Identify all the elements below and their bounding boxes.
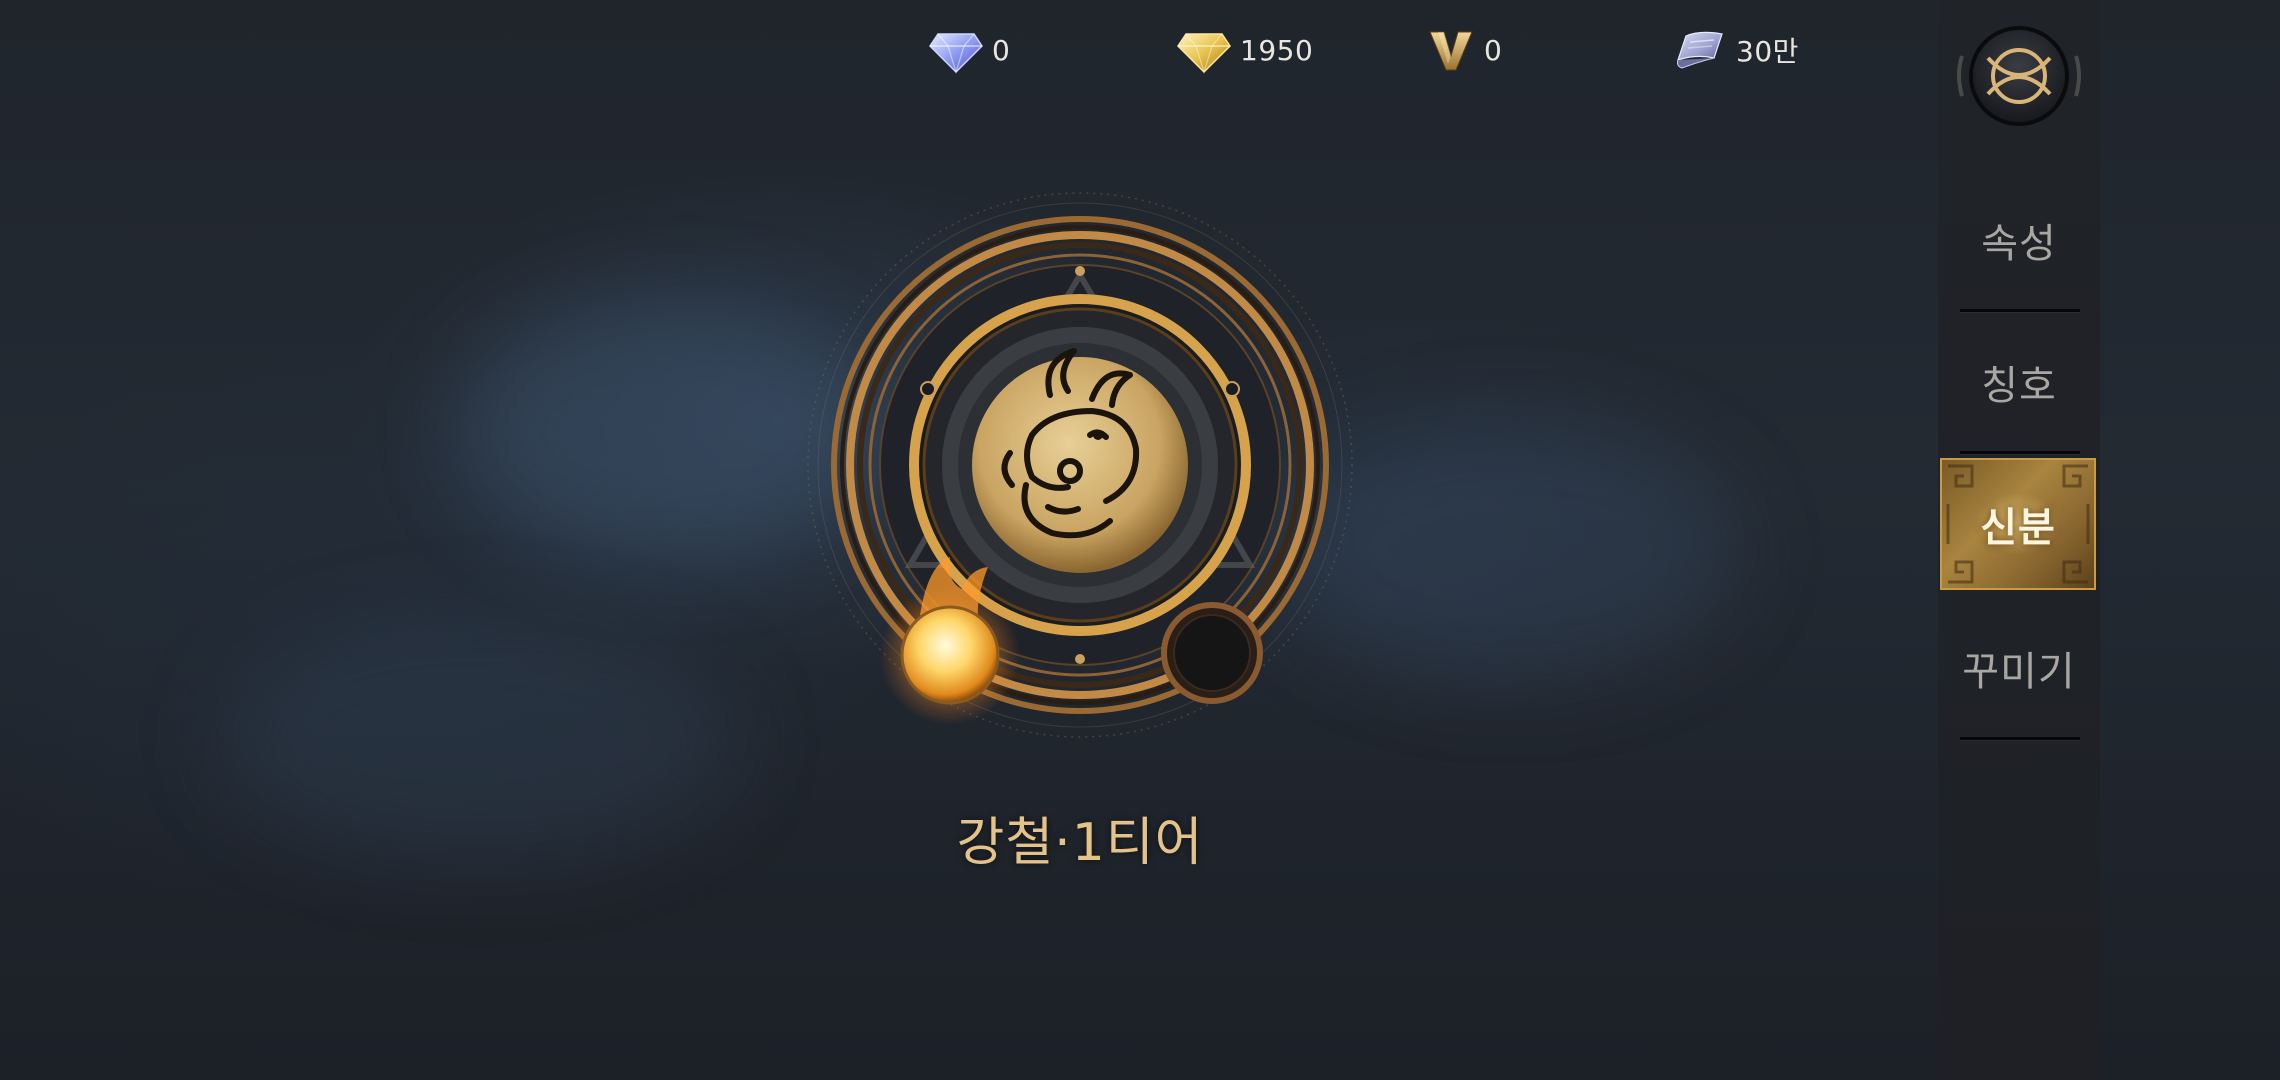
currency-ticket: 30만	[1670, 26, 1799, 74]
identity-screen: 0 1950 0 30만 강철·1티어 속성 칭호 신분 꾸미기	[0, 0, 2280, 1080]
sidebar-item-identity[interactable]: 신분	[1940, 458, 2096, 590]
currency-amount: 30만	[1736, 35, 1799, 68]
sidebar-item-label: 신분	[1980, 505, 2056, 551]
currency-amount: 1950	[1240, 33, 1314, 67]
v-coin-icon	[1429, 31, 1473, 71]
sidebar-divider	[1960, 451, 2080, 454]
sidebar-divider	[1960, 309, 2080, 312]
blue-diamond-icon	[929, 33, 983, 74]
game-logo-icon	[1957, 26, 2081, 126]
currency-v-coin: 0	[1426, 26, 1502, 74]
currency-amount: 0	[992, 33, 1011, 67]
rank-name: 강철·1티어	[956, 813, 1204, 873]
currency-amount: 0	[1484, 33, 1503, 67]
sidebar-item-attribute[interactable]: 속성	[1938, 190, 2100, 290]
sidebar-item-title[interactable]: 칭호	[1938, 332, 2100, 432]
ticket-icon	[1677, 31, 1723, 69]
rank-emblem[interactable]	[800, 185, 1360, 745]
sidebar-divider	[1960, 737, 2080, 740]
ox-crest-icon	[807, 192, 1353, 738]
sidebar-item-customize[interactable]: 꾸미기	[1938, 618, 2100, 718]
gold-diamond-icon	[1177, 33, 1231, 74]
game-logo-button[interactable]	[1952, 20, 2086, 130]
background-haze	[220, 620, 740, 860]
currency-blue-diamond: 0	[928, 26, 1010, 74]
currency-gold-diamond: 1950	[1176, 26, 1313, 74]
